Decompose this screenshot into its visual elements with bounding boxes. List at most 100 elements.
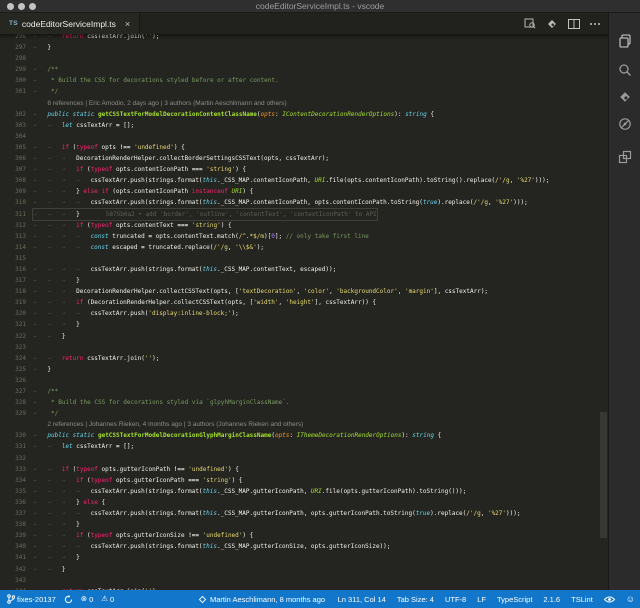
code-line[interactable]: 308→→→→cssTextArr.push(strings.format(th… bbox=[0, 175, 608, 186]
tab-whitespace-arrow: → bbox=[33, 331, 47, 342]
code-line[interactable]: 307→→→if (typeof opts.contentIconPath ==… bbox=[0, 164, 608, 175]
tab-whitespace-arrow: → bbox=[33, 541, 47, 552]
code-line[interactable]: 297→} bbox=[0, 42, 608, 53]
code-line[interactable]: 312→→→if (typeof opts.contentText === 's… bbox=[0, 220, 608, 231]
git-branch-item[interactable]: fixes-20137 bbox=[7, 594, 56, 604]
line-number: 337 bbox=[0, 508, 26, 519]
code-line[interactable]: 317→→→} bbox=[0, 275, 608, 286]
tab-whitespace-arrow: → bbox=[62, 475, 76, 486]
eye-icon[interactable] bbox=[604, 596, 615, 603]
code-line[interactable]: 316→→→→cssTextArr.push(strings.format(th… bbox=[0, 264, 608, 275]
line-number: 342 bbox=[0, 564, 26, 575]
code-line[interactable]: 340→→→→cssTextArr.push(strings.format(th… bbox=[0, 541, 608, 552]
code-line[interactable]: 337→→→→cssTextArr.push(strings.format(th… bbox=[0, 508, 608, 519]
explorer-icon[interactable] bbox=[609, 34, 640, 48]
code-line[interactable]: 338→→→} bbox=[0, 519, 608, 530]
code-line[interactable]: 324→→return cssTextArr.join(''); bbox=[0, 353, 608, 364]
code-line[interactable]: 328→ * Build the CSS for decorations sty… bbox=[0, 397, 608, 408]
code-line[interactable]: 303→→let cssTextArr = []; bbox=[0, 120, 608, 131]
code-line[interactable]: 318→→→DecorationRenderHelper.collectCSST… bbox=[0, 286, 608, 297]
code-line[interactable]: 325→} bbox=[0, 364, 608, 375]
typescript-version-item[interactable]: 2.1.6 bbox=[543, 595, 560, 604]
codelens-row[interactable]: 8 references | Eric Amodio, 2 days ago |… bbox=[0, 98, 608, 109]
code-line[interactable]: 315 bbox=[0, 253, 608, 264]
codelens-row[interactable]: 2 references | Johannes Rieken, 4 months… bbox=[0, 419, 608, 430]
code-line[interactable]: 304 bbox=[0, 131, 608, 142]
code-line[interactable]: 336→→→} else { bbox=[0, 497, 608, 508]
tslint-item[interactable]: TSLint bbox=[571, 595, 593, 604]
code-line[interactable]: 327→/** bbox=[0, 386, 608, 397]
code-line[interactable]: 320→→→→cssTextArr.push('display:inline-b… bbox=[0, 308, 608, 319]
cursor-position-item[interactable]: Ln 311, Col 14 bbox=[338, 595, 386, 604]
code-line[interactable]: 322→→} bbox=[0, 331, 608, 342]
code-line[interactable]: 306→→→DecorationRenderHelper.collectBord… bbox=[0, 153, 608, 164]
tab-size-item[interactable]: Tab Size: 4 bbox=[397, 595, 434, 604]
extensions-icon[interactable] bbox=[609, 150, 640, 164]
tab-whitespace-arrow: → bbox=[62, 175, 76, 186]
code-line[interactable]: 313→→→→const truncated = opts.contentTex… bbox=[0, 231, 608, 242]
tab-whitespace-arrow: → bbox=[76, 508, 90, 519]
code-line[interactable]: 298 bbox=[0, 53, 608, 64]
eol-item[interactable]: LF bbox=[477, 595, 486, 604]
code-line[interactable]: 302→public static getCSSTextForModelDeco… bbox=[0, 109, 608, 120]
more-actions-icon[interactable] bbox=[590, 23, 600, 25]
split-editor-icon[interactable] bbox=[568, 19, 580, 29]
gitlens-icon[interactable] bbox=[546, 18, 558, 30]
code-line[interactable]: 342→→} bbox=[0, 564, 608, 575]
tab-whitespace-arrow: → bbox=[47, 308, 61, 319]
vertical-scrollbar-thumb[interactable] bbox=[600, 412, 607, 538]
code-line[interactable]: 319→→→if (DecorationRenderHelper.collect… bbox=[0, 297, 608, 308]
tab-whitespace-arrow: → bbox=[47, 486, 61, 497]
code-line[interactable]: 330→public static getCSSTextForModelDeco… bbox=[0, 430, 608, 441]
warnings-item[interactable]: ⚠ 0 bbox=[101, 595, 114, 604]
code-line[interactable]: 310→→→→cssTextArr.push(strings.format(th… bbox=[0, 197, 608, 208]
code-line[interactable]: 305→→if (typeof opts !== 'undefined') { bbox=[0, 142, 608, 153]
language-mode-item[interactable]: TypeScript bbox=[497, 595, 532, 604]
tab-whitespace-arrow: → bbox=[33, 142, 47, 153]
open-preview-icon[interactable] bbox=[524, 18, 536, 29]
code-line[interactable]: 326 bbox=[0, 375, 608, 386]
code-line[interactable]: 323 bbox=[0, 342, 608, 353]
code-line[interactable]: 343 bbox=[0, 575, 608, 586]
code-line[interactable]: 339→→→if (typeof opts.gutterIconSize !==… bbox=[0, 530, 608, 541]
code-line[interactable]: 333→→if (typeof opts.gutterIconPath !== … bbox=[0, 464, 608, 475]
code-line[interactable]: 335→→→→cssTextArr.push(strings.format(th… bbox=[0, 486, 608, 497]
editor-pane[interactable]: 296→→return cssTextArr.join('');297→}298… bbox=[0, 34, 608, 590]
tab-whitespace-arrow: → bbox=[33, 186, 47, 197]
line-number: 343 bbox=[0, 575, 26, 586]
tab-whitespace-arrow: → bbox=[47, 275, 61, 286]
encoding-item[interactable]: UTF-8 bbox=[445, 595, 466, 604]
line-number: 317 bbox=[0, 275, 26, 286]
code-line[interactable]: 309→→→} else if (opts.contentIconPath in… bbox=[0, 186, 608, 197]
tab-close-icon[interactable]: × bbox=[125, 19, 130, 29]
feedback-smiley-icon[interactable]: ☺ bbox=[626, 595, 635, 604]
line-number: 297 bbox=[0, 42, 26, 53]
code-line[interactable]: 331→→let cssTextArr = []; bbox=[0, 441, 608, 452]
errors-item[interactable]: ⊗ 0 bbox=[81, 595, 93, 604]
editor-actions bbox=[524, 13, 600, 34]
tab-whitespace-arrow: → bbox=[47, 319, 61, 330]
code-line[interactable]: 314→→→→const escaped = truncated.replace… bbox=[0, 242, 608, 253]
git-blame-item[interactable]: Martin Aeschlimann, 8 months ago bbox=[210, 595, 325, 604]
code-line[interactable]: 300→ * Build the CSS for decorations sty… bbox=[0, 75, 608, 86]
sync-item[interactable] bbox=[64, 595, 73, 604]
code-line[interactable]: 321→→→} bbox=[0, 319, 608, 330]
code-line[interactable]: 301→ */ bbox=[0, 86, 608, 97]
line-number: 328 bbox=[0, 397, 26, 408]
gitlens-activity-icon[interactable] bbox=[609, 90, 640, 104]
code-line[interactable]: 311→→→}5875b0a2 • add 'border', 'outline… bbox=[0, 209, 608, 220]
search-icon[interactable] bbox=[609, 63, 640, 77]
code-line[interactable]: 334→→→if (typeof opts.gutterIconPath ===… bbox=[0, 475, 608, 486]
codelens-text[interactable]: 8 references | Eric Amodio, 2 days ago |… bbox=[47, 100, 286, 107]
code-line[interactable]: 329→ */ bbox=[0, 408, 608, 419]
tab-codeEditorServiceImpl[interactable]: TS codeEditorServiceImpl.ts × bbox=[0, 13, 140, 34]
line-number: 310 bbox=[0, 197, 26, 208]
tab-whitespace-arrow: → bbox=[47, 142, 61, 153]
code-line[interactable]: 332 bbox=[0, 453, 608, 464]
code-line[interactable]: 341→→→} bbox=[0, 552, 608, 563]
tab-whitespace-arrow: → bbox=[62, 153, 76, 164]
codelens-text[interactable]: 2 references | Johannes Rieken, 4 months… bbox=[47, 421, 303, 428]
code-line[interactable]: 299→/** bbox=[0, 64, 608, 75]
code-line[interactable]: 296→→return cssTextArr.join(''); bbox=[0, 34, 608, 42]
debug-disabled-icon[interactable] bbox=[609, 117, 640, 131]
